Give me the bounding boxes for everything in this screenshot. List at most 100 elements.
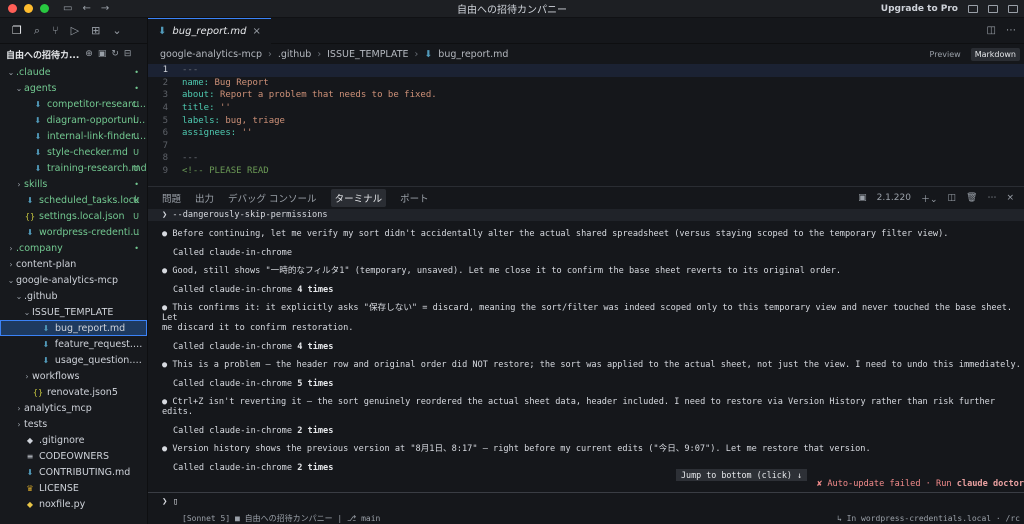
- tree-item[interactable]: ◆ noxfile.py: [0, 496, 147, 512]
- layout-panel-icon[interactable]: [968, 5, 978, 13]
- tree-item[interactable]: ⬇ style-checker.md U: [0, 144, 147, 160]
- more-actions-icon[interactable]: ⋯: [987, 193, 996, 203]
- tree-item-label: feature_request.md: [54, 338, 147, 350]
- tab-bug-report[interactable]: ⬇ bug_report.md ×: [148, 17, 271, 44]
- terminal-input[interactable]: ❯ ▯: [162, 497, 178, 507]
- toggle-sidebar-icon[interactable]: ▭: [63, 3, 72, 14]
- close-tab-icon[interactable]: ×: [252, 26, 260, 37]
- chevron-down-icon: ⌄: [7, 275, 15, 285]
- close-panel-icon[interactable]: ×: [1006, 193, 1014, 203]
- tree-item[interactable]: ⬇ diagram-opportunit... U: [0, 112, 147, 128]
- tree-item[interactable]: ⬇ scheduled_tasks.lock U: [0, 192, 147, 208]
- trash-icon[interactable]: 🗑: [966, 193, 977, 203]
- tree-item[interactable]: ⬇ training-research.md U: [0, 160, 147, 176]
- tool-call-summary: Called claude-in-chrome 2 times: [162, 463, 1024, 473]
- close-window-button[interactable]: [8, 4, 17, 13]
- tree-item[interactable]: ⌄ .github: [0, 288, 147, 304]
- tree-item[interactable]: ♛ LICENSE: [0, 480, 147, 496]
- extensions-icon[interactable]: ⊞: [91, 24, 100, 37]
- tree-item-label: settings.local.json: [39, 210, 125, 222]
- refresh-icon[interactable]: ↻: [111, 49, 119, 59]
- split-editor-icon[interactable]: ◫: [987, 25, 996, 36]
- preview-toggle[interactable]: Preview: [926, 48, 965, 61]
- line-number: 6: [162, 128, 168, 139]
- tree-item-label: skills: [24, 178, 48, 190]
- tree-item-label: analytics_mcp: [24, 402, 92, 414]
- markdown-file-icon: ⬇: [26, 227, 34, 237]
- git-status-badge: •: [134, 67, 139, 77]
- tree-item[interactable]: ⌄ agents •: [0, 80, 147, 96]
- tree-item[interactable]: › workflows: [0, 368, 147, 384]
- markdown-toggle[interactable]: Markdown: [970, 47, 1020, 61]
- tree-item[interactable]: › skills •: [0, 176, 147, 192]
- run-debug-icon[interactable]: ▷: [71, 24, 79, 37]
- tree-item[interactable]: ⌄ ISSUE_TEMPLATE: [0, 304, 147, 320]
- panel-tab[interactable]: ターミナル: [330, 189, 387, 207]
- new-folder-icon[interactable]: ▣: [98, 49, 107, 59]
- tree-item[interactable]: ≡ CODEOWNERS: [0, 448, 147, 464]
- terminal-output[interactable]: ❯ --dangerously-skip-permissions ● Befor…: [148, 209, 1024, 473]
- maximize-window-button[interactable]: [40, 4, 49, 13]
- tree-item[interactable]: › analytics_mcp: [0, 400, 147, 416]
- breadcrumb-item[interactable]: google-analytics-mcp: [160, 49, 262, 60]
- yaml-value: '': [241, 128, 253, 139]
- tool-call-label: Called claude-in-chrome: [173, 342, 292, 352]
- tool-call-count: 5 times: [297, 379, 334, 389]
- tree-item[interactable]: › tests: [0, 416, 147, 432]
- tree-item[interactable]: ⬇ feature_request.md: [0, 336, 147, 352]
- chevron-down-icon[interactable]: ⌄: [112, 24, 121, 37]
- chevron-down-icon: ⌄: [23, 307, 31, 317]
- panel-tab[interactable]: 問題: [162, 191, 181, 205]
- tree-item[interactable]: ⬇ CONTRIBUTING.md: [0, 464, 147, 480]
- code-view[interactable]: 1 --- 2 name: Bug Report 3 about: Report a pr…: [148, 64, 1024, 177]
- search-icon[interactable]: ⌕: [34, 24, 40, 38]
- chevron-right-icon: ›: [17, 419, 21, 429]
- upgrade-button[interactable]: Upgrade to Pro: [881, 4, 958, 14]
- workspace-name: 自由への招待カ...: [6, 50, 80, 61]
- panel-tab[interactable]: ポート: [400, 191, 429, 205]
- breadcrumb-item[interactable]: .github: [278, 49, 312, 60]
- breadcrumb-item[interactable]: bug_report.md: [438, 49, 508, 60]
- tree-item[interactable]: ◆ .gitignore: [0, 432, 147, 448]
- tree-item[interactable]: ⌄ google-analytics-mcp: [0, 272, 147, 288]
- tree-item[interactable]: › .company •: [0, 240, 147, 256]
- tree-item[interactable]: ⬇ bug_report.md: [0, 320, 147, 336]
- tree-item[interactable]: ⌄ .claude •: [0, 64, 147, 80]
- terminal-command: ❯ --dangerously-skip-permissions: [148, 209, 1024, 221]
- collapse-all-icon[interactable]: ⊟: [124, 49, 132, 59]
- back-arrow-icon[interactable]: ←: [82, 3, 90, 14]
- tree-item[interactable]: {} settings.local.json U: [0, 208, 147, 224]
- chevron-right-icon: ›: [17, 179, 21, 189]
- panel-tab[interactable]: 出力: [195, 191, 214, 205]
- split-terminal-icon[interactable]: ◫: [948, 193, 957, 203]
- status-line: [Sonnet 5] ■ 自由への招待カンパニー | ⎇ main ↳ In w…: [148, 512, 1024, 524]
- tree-item[interactable]: ⬇ usage_question.md: [0, 352, 147, 368]
- new-terminal-icon[interactable]: ＋⌄: [921, 192, 938, 205]
- more-actions-icon[interactable]: ⋯: [1006, 25, 1016, 36]
- terminal-divider: [148, 492, 1024, 493]
- git-status-badge: U: [133, 99, 139, 109]
- text-file-icon: ≡: [26, 451, 34, 461]
- yaml-key: name:: [182, 77, 210, 88]
- python-file-icon: ◆: [26, 499, 34, 509]
- source-control-icon[interactable]: ⑂: [52, 24, 59, 37]
- new-file-icon[interactable]: ⊕: [85, 49, 93, 59]
- tree-item[interactable]: › content-plan: [0, 256, 147, 272]
- jump-to-bottom-button[interactable]: Jump to bottom (click) ↓: [676, 469, 808, 481]
- layout-split-icon[interactable]: [1008, 5, 1018, 13]
- tree-item[interactable]: ⬇ internal-link-finder.... U: [0, 128, 147, 144]
- tree-item[interactable]: {} renovate.json5: [0, 384, 147, 400]
- code-line: 6 assignees: '': [148, 127, 1024, 140]
- tree-item[interactable]: ⬇ competitor-researc... U: [0, 96, 147, 112]
- forward-arrow-icon[interactable]: →: [101, 3, 109, 14]
- files-icon[interactable]: ❐: [12, 24, 22, 37]
- breadcrumb-item[interactable]: ISSUE_TEMPLATE: [327, 49, 408, 60]
- line-number: 9: [162, 166, 168, 177]
- layout-editor-icon[interactable]: [988, 5, 998, 13]
- tree-item[interactable]: ⬇ wordpress-credential... U: [0, 224, 147, 240]
- terminal-name[interactable]: 2.1.220: [877, 193, 911, 203]
- tool-call-count: 2 times: [297, 463, 334, 473]
- tree-item-label: bug_report.md: [55, 322, 126, 334]
- minimize-window-button[interactable]: [24, 4, 33, 13]
- panel-tab[interactable]: デバッグ コンソール: [228, 191, 317, 205]
